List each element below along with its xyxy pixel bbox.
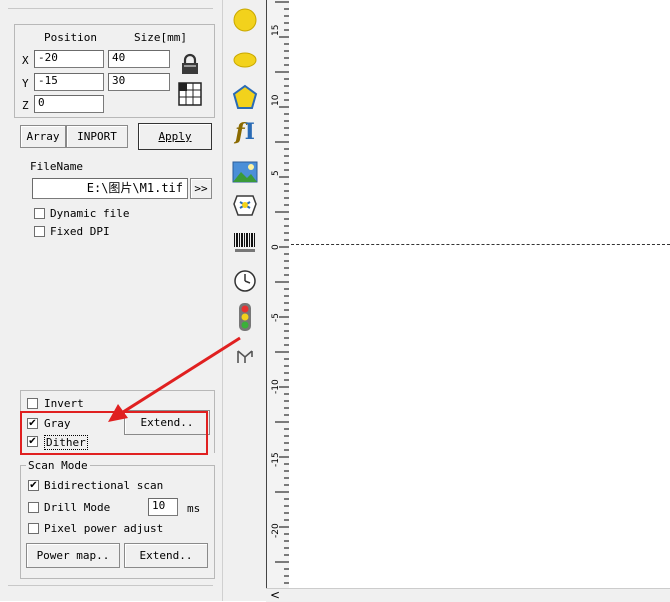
red-arrow-annotation xyxy=(108,336,241,422)
